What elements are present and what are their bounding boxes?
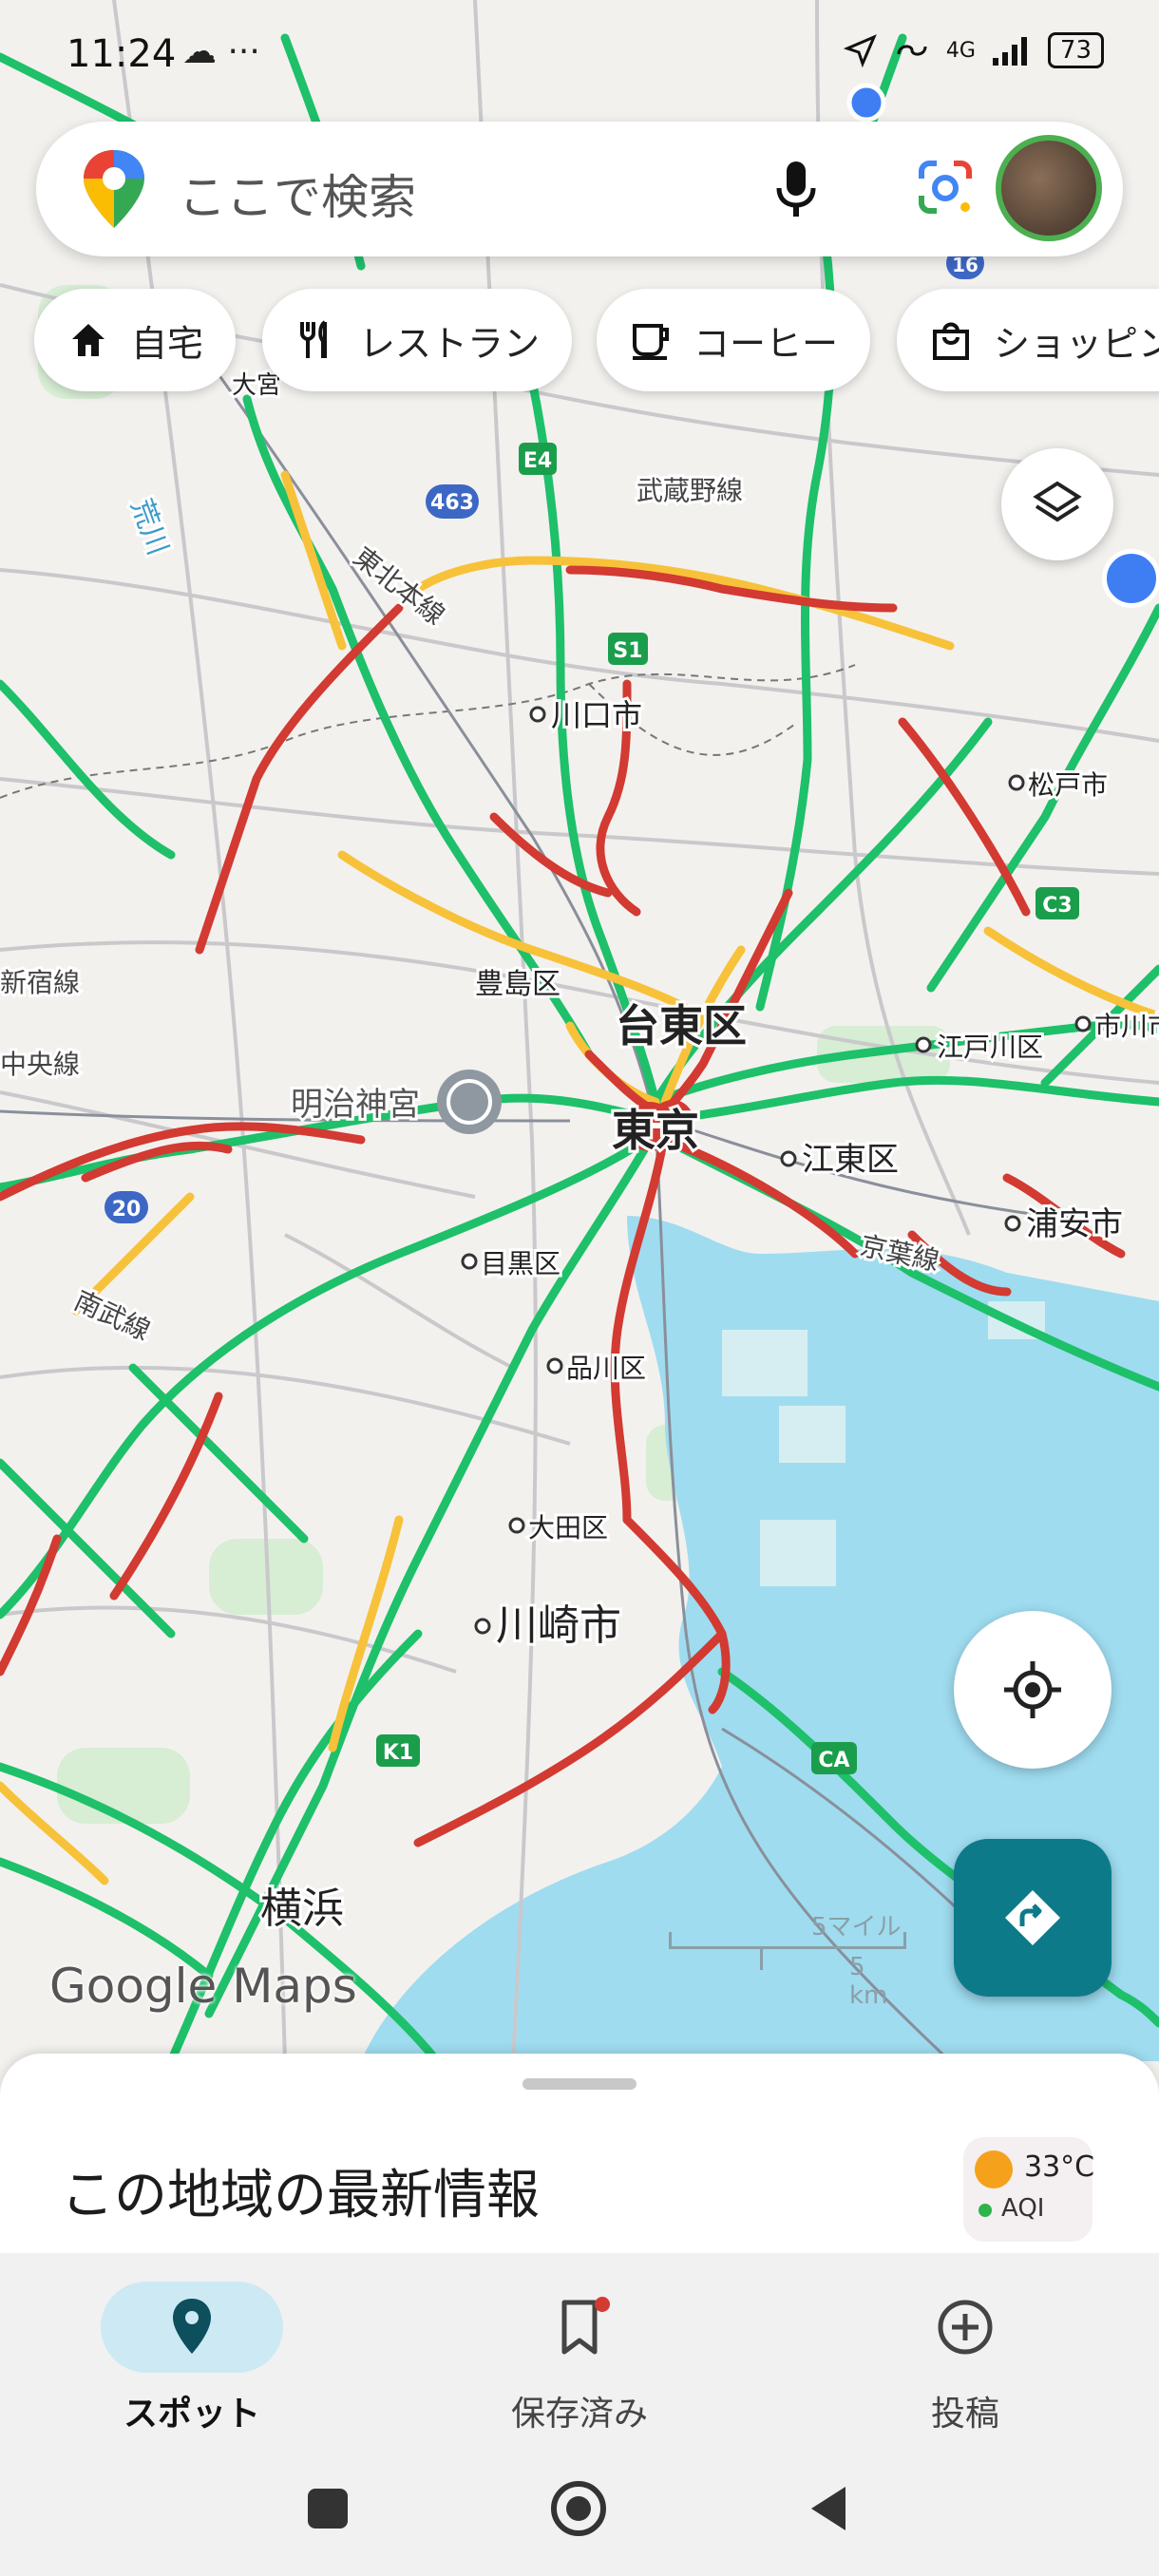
label-koto: 江東区 [802,1141,899,1179]
network-type: 4G [945,38,976,63]
crosshair-icon [1004,1661,1061,1718]
label-ichikawa: 市川市 [1094,1011,1159,1042]
chip-restaurant[interactable]: レストラン [262,289,573,391]
account-avatar[interactable] [996,135,1102,241]
label-shinjuku-line: 新宿線 [0,967,80,998]
label-meiji: 明治神宮 [291,1086,420,1124]
aqi-status-dot [978,2204,992,2217]
navigation-arrow-icon [843,34,877,67]
status-time: 11:24 [66,32,177,76]
chip-coffee[interactable]: コーヒー [597,289,871,391]
label-matsudo: 松戸市 [1028,769,1108,801]
chip-label: コーヒー [694,322,839,365]
map-scale: 5マイル 5 km [669,1907,906,2010]
sheet-title: この地域の最新情報 [61,2165,540,2226]
shield-k1-label: K1 [383,1741,413,1765]
recent-apps-button[interactable] [308,2489,348,2529]
label-urayasu: 浦安市 [1026,1205,1123,1243]
shield-463-label: 463 [430,491,474,515]
label-yokohama: 横浜 [260,1885,344,1933]
bookmark-icon [561,2297,610,2355]
label-toshima: 豊島区 [475,968,560,1001]
home-icon [72,324,104,356]
link-icon [897,45,927,56]
bottom-sheet[interactable]: この地域の最新情報 33°C AQI [0,2054,1159,2253]
shield-e4-label: E4 [523,449,552,473]
weather-widget[interactable]: 33°C AQI [963,2137,1095,2242]
chip-label: ショッピン [994,322,1159,365]
google-maps-pin-icon [84,150,144,228]
location-pin-icon [173,2299,211,2354]
chip-label: 自宅 [131,322,204,365]
shield-20-label: 20 [112,1198,142,1222]
coffee-icon [633,324,669,360]
label-chuo-line: 中央線 [0,1049,80,1080]
sun-icon [975,2150,1013,2188]
shield-s1-label: S1 [613,639,642,663]
battery-level: 73 [1047,32,1104,68]
nav-explore[interactable]: スポット [49,2268,334,2434]
category-chips: 自宅 レストラン コーヒー ショッピン [0,289,1159,393]
drag-handle[interactable] [522,2078,636,2090]
label-kawaguchi: 川口市 [551,697,642,733]
nav-contribute[interactable]: 投稿 [823,2268,1108,2434]
search-input[interactable]: ここで検索 [179,160,416,228]
notification-icons: ☁ ··· [182,32,260,71]
microphone-icon[interactable] [758,150,834,226]
layers-icon [1033,481,1082,522]
chip-label: レストラン [359,322,541,365]
label-tokyo: 東京 [612,1105,699,1156]
add-circle-icon [938,2300,993,2355]
aqi-label: AQI [1001,2194,1045,2223]
nav-label: スポット [123,2395,260,2434]
scale-km: 5 km [849,1953,888,2010]
system-navigation-bar [0,2443,1159,2576]
label-ota: 大田区 [528,1512,608,1544]
weather-temperature: 33°C [1024,2150,1095,2184]
shield-ca-label: CA [818,1749,849,1772]
home-button[interactable] [551,2481,606,2536]
bottom-navigation: スポット 保存済み 投稿 [0,2253,1159,2443]
chip-home[interactable]: 自宅 [34,289,237,391]
shield-16-label: 16 [952,254,978,276]
signal-icon [992,37,1027,66]
label-meguro: 目黒区 [481,1248,560,1279]
chip-shopping[interactable]: ショッピン [897,289,1159,391]
back-button[interactable] [808,2485,849,2532]
label-edogawa: 江戸川区 [937,1032,1043,1063]
directions-button[interactable] [954,1839,1112,1997]
google-maps-logo: Google Maps [49,1959,357,2014]
label-shinagawa: 品川区 [566,1353,646,1384]
status-right-icons: 4G 73 [843,32,1104,68]
home-location-pin[interactable] [1102,549,1159,608]
label-taito: 台東区 [616,1000,747,1051]
label-musashino-line: 武蔵野線 [636,475,743,506]
label-kawasaki: 川崎市 [496,1601,621,1650]
nav-label: 保存済み [510,2395,648,2434]
restaurant-icon [300,320,327,358]
search-bar[interactable]: ここで検索 [36,122,1123,256]
shield-c3-label: C3 [1042,894,1072,918]
nav-saved[interactable]: 保存済み [437,2268,722,2434]
shopping-bag-icon [933,322,969,360]
directions-icon [1005,1890,1060,1945]
status-bar: 11:24 ☁ ··· 4G 73 [0,0,1159,112]
google-lens-icon[interactable] [902,150,988,226]
my-location-button[interactable] [954,1611,1112,1769]
nav-label: 投稿 [930,2395,999,2434]
layers-button[interactable] [1001,448,1113,560]
